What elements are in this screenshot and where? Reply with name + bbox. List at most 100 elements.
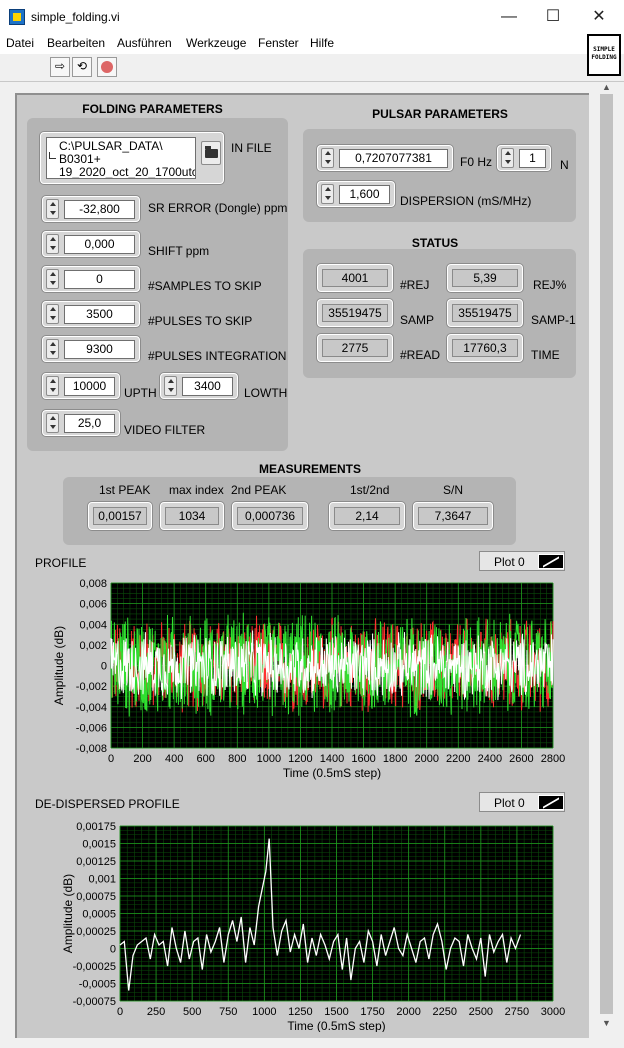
profile-y-tick-label: 0,002 <box>79 640 107 652</box>
pulses-skip-spinner[interactable] <box>46 304 59 324</box>
vi-icon-line2: FOLDING <box>591 54 617 61</box>
dedispersed-y-tick-label: 0,00175 <box>76 821 116 833</box>
pulses-integration-control: 9300 <box>42 336 140 362</box>
upth-spinner[interactable] <box>46 376 59 396</box>
scroll-up-icon[interactable]: ▲ <box>602 82 611 92</box>
f0-spinner[interactable] <box>321 148 334 168</box>
abort-button[interactable] <box>97 57 117 77</box>
profile-legend-swatch <box>538 554 564 569</box>
dispersion-field[interactable]: 1,600 <box>339 185 390 204</box>
maximize-button[interactable]: ☐ <box>530 5 576 29</box>
dedispersed-y-tick-label: -0,00075 <box>73 996 116 1008</box>
dedispersed-legend[interactable]: Plot 0 <box>479 792 565 812</box>
profile-x-tick-label: 0 <box>108 753 114 765</box>
samples-skip-spinner[interactable] <box>46 269 59 289</box>
rej-value: 4001 <box>322 269 388 287</box>
pulses-integration-spinner[interactable] <box>46 339 59 359</box>
sn-indicator: 7,3647 <box>413 502 493 530</box>
vertical-scrollbar[interactable]: ▲ ▼ <box>590 82 624 1032</box>
lowth-label: LOWTH <box>244 386 288 400</box>
samples-skip-field[interactable]: 0 <box>64 270 135 289</box>
shift-field[interactable]: 0,000 <box>64 235 135 254</box>
menu-ausfuehren[interactable]: Ausführen <box>117 36 172 50</box>
profile-y-tick-label: 0 <box>101 661 107 673</box>
in-file-label: IN FILE <box>231 141 272 155</box>
run-arrow-icon: ⇨ <box>54 59 66 73</box>
samp-indicator: 35519475 <box>317 299 393 327</box>
upth-label: UPTH <box>124 386 157 400</box>
f0-field[interactable]: 0,7207077381 <box>339 149 448 168</box>
profile-y-tick-label: -0,006 <box>76 722 107 734</box>
first-peak-value: 0,00157 <box>93 507 147 525</box>
dedispersed-x-tick-label: 2500 <box>469 1006 493 1018</box>
dedispersed-x-tick-label: 250 <box>147 1006 165 1018</box>
scrollbar-thumb[interactable] <box>600 94 613 1014</box>
vi-connector-icon: SIMPLE FOLDING <box>587 34 621 76</box>
pulsar-parameters-heading: PULSAR PARAMETERS <box>372 107 508 121</box>
run-button[interactable]: ⇨ <box>50 57 70 77</box>
dedispersed-y-tick-label: -0,0005 <box>79 979 116 991</box>
dedispersed-x-tick-label: 2750 <box>505 1006 529 1018</box>
close-button[interactable]: ✕ <box>576 5 622 29</box>
f0-control: 0,7207077381 <box>317 145 453 171</box>
dedispersed-x-tick-label: 2000 <box>396 1006 420 1018</box>
dedispersed-y-axis-label: Amplitude (dB) <box>61 874 75 953</box>
menu-fenster[interactable]: Fenster <box>258 36 299 50</box>
profile-x-tick-label: 600 <box>197 753 215 765</box>
browse-button[interactable] <box>201 141 221 165</box>
dispersion-spinner[interactable] <box>321 184 334 204</box>
dedispersed-y-tick-label: 0 <box>110 944 116 956</box>
read-value: 2775 <box>322 339 388 357</box>
sr-error-control: -32,800 <box>42 196 140 222</box>
menu-werkzeuge[interactable]: Werkzeuge <box>186 36 246 50</box>
profile-y-tick-label: -0,008 <box>76 743 107 755</box>
sr-error-field[interactable]: -32,800 <box>64 200 135 219</box>
lowth-field[interactable]: 3400 <box>182 377 233 396</box>
minimize-button[interactable]: — <box>486 5 532 29</box>
profile-y-tick-label: 0,004 <box>79 619 107 631</box>
dedispersed-x-tick-label: 1500 <box>324 1006 348 1018</box>
lowth-spinner[interactable] <box>164 376 177 396</box>
read-indicator: 2775 <box>317 334 393 362</box>
rej-percent-value: 5,39 <box>452 269 518 287</box>
max-index-value: 1034 <box>165 507 219 525</box>
pulses-integration-label: #PULSES INTEGRATION <box>148 349 287 363</box>
pulses-integration-field[interactable]: 9300 <box>64 340 135 359</box>
rej-label: #REJ <box>400 278 430 292</box>
shift-control: 0,000 <box>42 231 140 257</box>
profile-y-tick-label: -0,004 <box>76 702 107 714</box>
first-peak-label: 1st PEAK <box>99 483 151 497</box>
video-filter-field[interactable]: 25,0 <box>64 414 115 433</box>
profile-legend[interactable]: Plot 0 <box>479 551 565 571</box>
scroll-down-icon[interactable]: ▼ <box>602 1018 611 1028</box>
profile-x-tick-label: 2800 <box>541 753 565 765</box>
n-spinner[interactable] <box>501 148 514 168</box>
shift-spinner[interactable] <box>46 234 59 254</box>
dedispersed-y-tick-label: 0,00025 <box>76 926 116 938</box>
dedispersed-y-tick-label: 0,00075 <box>76 891 116 903</box>
video-filter-spinner[interactable] <box>46 413 59 433</box>
upth-control: 10000 <box>42 373 120 399</box>
samp-1-label: SAMP-1 <box>531 313 576 327</box>
sn-label: S/N <box>443 483 464 497</box>
measurements-heading: MEASUREMENTS <box>258 462 361 476</box>
run-continuously-button[interactable]: ⟲ <box>72 57 92 77</box>
labview-app-icon <box>9 9 25 25</box>
samples-skip-control: 0 <box>42 266 140 292</box>
menu-hilfe[interactable]: Hilfe <box>310 36 334 50</box>
second-peak-label: 2nd PEAK <box>231 483 287 497</box>
dedispersed-y-tick-label: 0,0015 <box>82 839 116 851</box>
video-filter-label: VIDEO FILTER <box>124 423 206 437</box>
menu-bearbeiten[interactable]: Bearbeiten <box>47 36 105 50</box>
pulses-skip-field[interactable]: 3500 <box>64 305 135 324</box>
title-bar: simple_folding.vi — ☐ ✕ <box>0 0 624 34</box>
sn-value: 7,3647 <box>418 507 488 525</box>
ratio-label: 1st/2nd <box>350 483 390 497</box>
n-field[interactable]: 1 <box>519 149 546 168</box>
sr-error-spinner[interactable] <box>46 199 59 219</box>
in-file-path-field[interactable]: C:\PULSAR_DATA\ B0301+ 19_2020_oct_20_17… <box>46 137 196 179</box>
shift-label: SHIFT ppm <box>148 244 210 258</box>
menu-datei[interactable]: Datei <box>6 36 34 50</box>
ratio-value: 2,14 <box>334 507 400 525</box>
upth-field[interactable]: 10000 <box>64 377 115 396</box>
